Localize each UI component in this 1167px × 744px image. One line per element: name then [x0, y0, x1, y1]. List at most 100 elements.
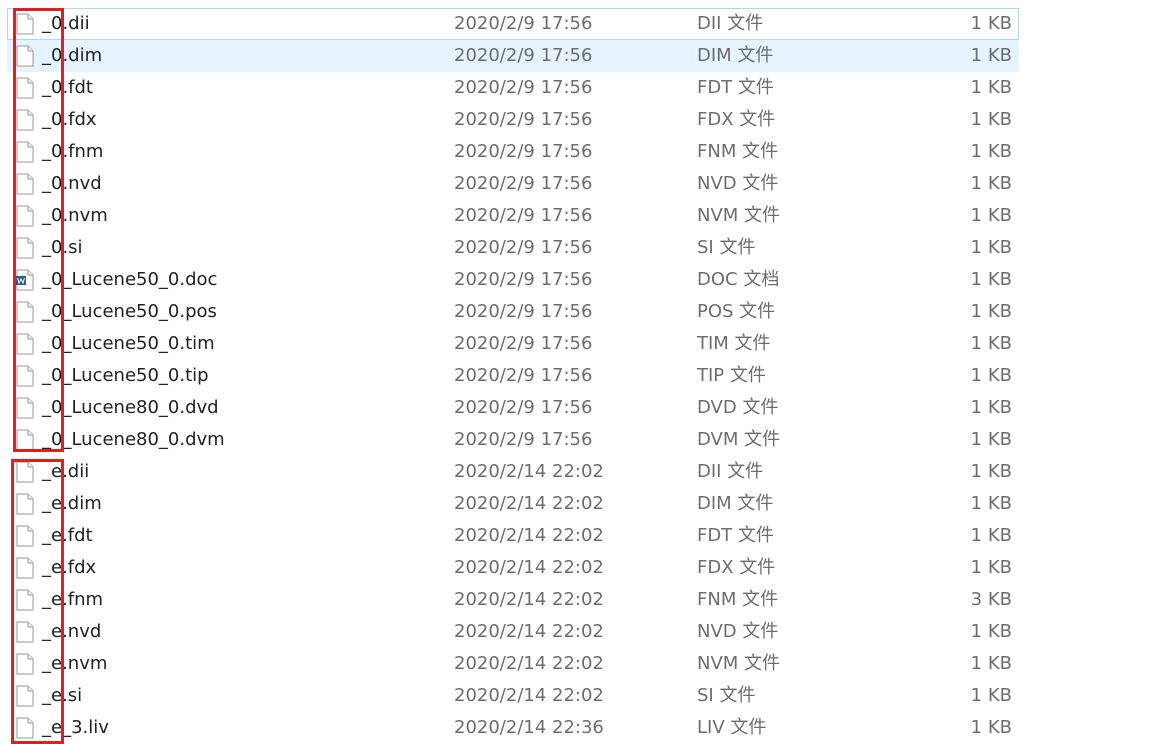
file-name: _0.fdx	[42, 109, 97, 130]
file-name: _0_Lucene80_0.dvm	[42, 429, 225, 450]
file-name: _e.dii	[42, 461, 90, 482]
file-name: _e.fdt	[42, 525, 93, 546]
file-type: NVM 文件	[697, 653, 781, 674]
file-row[interactable]: _0_Lucene50_0.tip 2020/2/9 17:56 TIP 文件 …	[7, 360, 1019, 392]
file-name: _0_Lucene50_0.tip	[42, 365, 209, 386]
blank-file-icon	[16, 333, 34, 355]
file-row[interactable]: _e.fdt 2020/2/14 22:02 FDT 文件 1 KB	[7, 520, 1019, 552]
file-size: 1 KB	[970, 621, 1012, 642]
file-row[interactable]: _0_Lucene80_0.dvm 2020/2/9 17:56 DVM 文件 …	[7, 424, 1019, 456]
blank-file-icon	[16, 397, 34, 419]
file-modified-date: 2020/2/14 22:02	[454, 653, 604, 674]
file-modified-date: 2020/2/9 17:56	[454, 205, 593, 226]
blank-file-icon	[16, 13, 34, 35]
file-size: 1 KB	[970, 493, 1012, 514]
file-type: TIM 文件	[697, 333, 771, 354]
blank-file-icon	[16, 365, 34, 387]
file-type: SI 文件	[697, 237, 756, 258]
file-modified-date: 2020/2/14 22:02	[454, 621, 604, 642]
file-modified-date: 2020/2/9 17:56	[454, 333, 593, 354]
blank-file-icon	[16, 525, 34, 547]
file-row[interactable]: _0.si 2020/2/9 17:56 SI 文件 1 KB	[7, 232, 1019, 264]
file-size: 1 KB	[970, 237, 1012, 258]
file-row[interactable]: _0_Lucene80_0.dvd 2020/2/9 17:56 DVD 文件 …	[7, 392, 1019, 424]
file-name: _0.fdt	[42, 77, 93, 98]
blank-file-icon	[16, 109, 34, 131]
file-row[interactable]: _e.nvd 2020/2/14 22:02 NVD 文件 1 KB	[7, 616, 1019, 648]
blank-file-icon	[16, 77, 34, 99]
file-row[interactable]: _0.dii 2020/2/9 17:56 DII 文件 1 KB	[7, 8, 1019, 40]
file-row[interactable]: _0_Lucene50_0.doc 2020/2/9 17:56 DOC 文档 …	[7, 264, 1019, 296]
file-modified-date: 2020/2/9 17:56	[454, 45, 593, 66]
file-type: TIP 文件	[697, 365, 766, 386]
file-modified-date: 2020/2/14 22:02	[454, 685, 604, 706]
file-name: _0.fnm	[42, 141, 104, 162]
file-row[interactable]: _0.nvm 2020/2/9 17:56 NVM 文件 1 KB	[7, 200, 1019, 232]
blank-file-icon	[16, 653, 34, 675]
file-row[interactable]: _0_Lucene50_0.pos 2020/2/9 17:56 POS 文件 …	[7, 296, 1019, 328]
file-row[interactable]: _0.fdt 2020/2/9 17:56 FDT 文件 1 KB	[7, 72, 1019, 104]
file-row[interactable]: _e.nvm 2020/2/14 22:02 NVM 文件 1 KB	[7, 648, 1019, 680]
file-size: 1 KB	[970, 109, 1012, 130]
file-size: 1 KB	[970, 653, 1012, 674]
file-type: DIM 文件	[697, 45, 774, 66]
blank-file-icon	[16, 685, 34, 707]
file-type: FNM 文件	[697, 141, 779, 162]
blank-file-icon	[16, 493, 34, 515]
file-type: DIM 文件	[697, 493, 774, 514]
file-type: DII 文件	[697, 461, 764, 482]
file-type: FNM 文件	[697, 589, 779, 610]
file-name: _e.dim	[42, 493, 102, 514]
file-row[interactable]: _0.fnm 2020/2/9 17:56 FNM 文件 1 KB	[7, 136, 1019, 168]
file-row[interactable]: _0.dim 2020/2/9 17:56 DIM 文件 1 KB	[7, 40, 1019, 72]
file-type: SI 文件	[697, 685, 756, 706]
blank-file-icon	[16, 205, 34, 227]
file-name: _0.dim	[42, 45, 103, 66]
word-document-icon	[16, 269, 34, 291]
file-row[interactable]: _0.fdx 2020/2/9 17:56 FDX 文件 1 KB	[7, 104, 1019, 136]
file-type: DVM 文件	[697, 429, 781, 450]
file-type: FDT 文件	[697, 525, 774, 546]
file-modified-date: 2020/2/9 17:56	[454, 301, 593, 322]
file-modified-date: 2020/2/9 17:56	[454, 397, 593, 418]
file-name: _0_Lucene80_0.dvd	[42, 397, 219, 418]
file-size: 1 KB	[970, 333, 1012, 354]
file-name: _0.si	[42, 237, 83, 258]
file-size: 1 KB	[970, 13, 1012, 34]
blank-file-icon	[16, 621, 34, 643]
file-name: _e.nvm	[42, 653, 108, 674]
file-size: 1 KB	[970, 301, 1012, 322]
file-name: _0_Lucene50_0.tim	[42, 333, 215, 354]
file-modified-date: 2020/2/9 17:56	[454, 173, 593, 194]
file-row[interactable]: _e_3.liv 2020/2/14 22:36 LIV 文件 1 KB	[7, 712, 1019, 744]
file-row[interactable]: _0_Lucene50_0.tim 2020/2/9 17:56 TIM 文件 …	[7, 328, 1019, 360]
file-row[interactable]: _e.fnm 2020/2/14 22:02 FNM 文件 3 KB	[7, 584, 1019, 616]
file-name: _0.nvd	[42, 173, 102, 194]
blank-file-icon	[16, 141, 34, 163]
file-name: _e.fdx	[42, 557, 97, 578]
blank-file-icon	[16, 589, 34, 611]
file-size: 3 KB	[970, 589, 1012, 610]
file-size: 1 KB	[970, 45, 1012, 66]
file-size: 1 KB	[970, 365, 1012, 386]
blank-file-icon	[16, 237, 34, 259]
file-row[interactable]: _0.nvd 2020/2/9 17:56 NVD 文件 1 KB	[7, 168, 1019, 200]
file-type: NVD 文件	[697, 621, 779, 642]
file-type: DOC 文档	[697, 269, 780, 290]
file-name: _0.dii	[42, 13, 90, 34]
file-type: NVD 文件	[697, 173, 779, 194]
file-type: DVD 文件	[697, 397, 779, 418]
file-type: DII 文件	[697, 13, 764, 34]
file-row[interactable]: _e.fdx 2020/2/14 22:02 FDX 文件 1 KB	[7, 552, 1019, 584]
file-modified-date: 2020/2/9 17:56	[454, 109, 593, 130]
blank-file-icon	[16, 717, 34, 739]
blank-file-icon	[16, 461, 34, 483]
file-row[interactable]: _e.dim 2020/2/14 22:02 DIM 文件 1 KB	[7, 488, 1019, 520]
file-modified-date: 2020/2/14 22:02	[454, 461, 604, 482]
file-row[interactable]: _e.si 2020/2/14 22:02 SI 文件 1 KB	[7, 680, 1019, 712]
file-modified-date: 2020/2/9 17:56	[454, 141, 593, 162]
file-size: 1 KB	[970, 429, 1012, 450]
file-row[interactable]: _e.dii 2020/2/14 22:02 DII 文件 1 KB	[7, 456, 1019, 488]
file-size: 1 KB	[970, 685, 1012, 706]
file-name: _0_Lucene50_0.doc	[42, 269, 218, 290]
